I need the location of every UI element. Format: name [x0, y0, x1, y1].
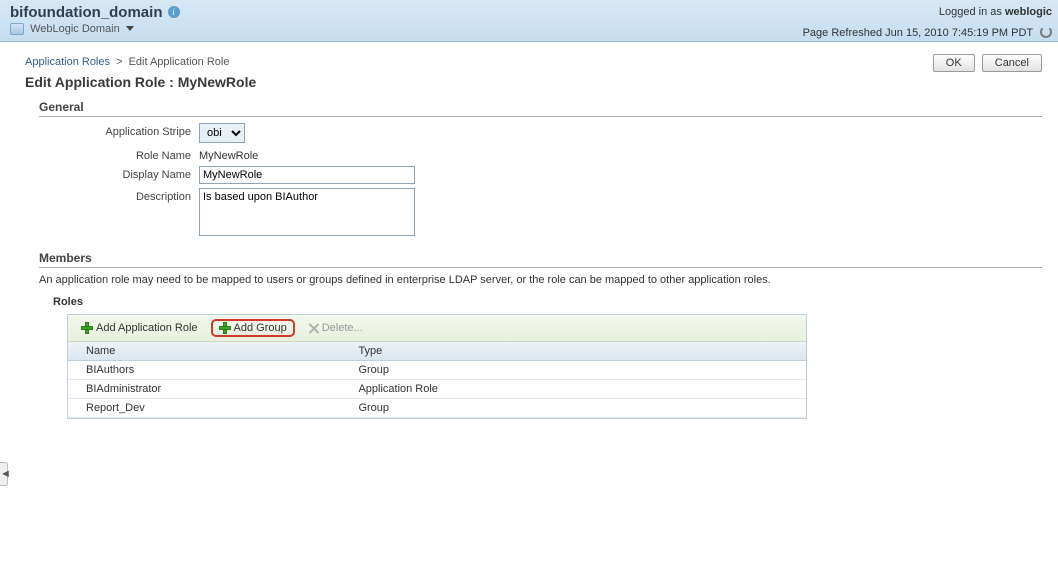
col-name[interactable]: Name: [68, 342, 348, 361]
roles-subtitle: Roles: [53, 296, 1042, 308]
cell-type: Group: [348, 361, 806, 380]
domain-title: bifoundation_domain: [10, 4, 162, 21]
refresh-prefix: Page Refreshed: [803, 27, 883, 39]
description-textarea[interactable]: Is based upon BIAuthor: [199, 188, 415, 236]
delete-button: Delete...: [301, 319, 370, 337]
roles-box: Add Application Role Add Group Delete...…: [67, 314, 807, 419]
ok-button[interactable]: OK: [933, 54, 975, 72]
table-row[interactable]: BIAuthors Group: [68, 361, 806, 380]
add-app-role-label: Add Application Role: [96, 322, 198, 334]
cell-name: Report_Dev: [68, 399, 348, 418]
general-section: General Application Stripe obi Role Name…: [39, 100, 1042, 239]
content-area: ◄ Application Roles > Edit Application R…: [0, 42, 1058, 419]
logged-in-user: weblogic: [1005, 6, 1052, 18]
add-group-button[interactable]: Add Group: [211, 319, 295, 337]
application-stripe-select[interactable]: obi: [199, 123, 245, 143]
cell-name: BIAuthors: [68, 361, 348, 380]
display-name-label: Display Name: [39, 166, 199, 181]
info-icon[interactable]: i: [168, 6, 180, 18]
action-buttons: OK Cancel: [929, 54, 1042, 72]
members-section-title: Members: [39, 251, 1042, 268]
plus-icon: [219, 322, 231, 334]
cell-type: Application Role: [348, 380, 806, 399]
col-type[interactable]: Type: [348, 342, 806, 361]
domain-menu-label: WebLogic Domain: [30, 23, 120, 35]
description-label: Description: [39, 188, 199, 203]
breadcrumb-parent[interactable]: Application Roles: [25, 56, 110, 68]
refresh-time: Jun 15, 2010 7:45:19 PM PDT: [885, 27, 1033, 39]
members-section: Members An application role may need to …: [39, 251, 1042, 419]
folder-icon: [10, 23, 24, 35]
page-header: bifoundation_domain i WebLogic Domain Lo…: [0, 0, 1058, 42]
delete-label: Delete...: [322, 322, 363, 334]
general-section-title: General: [39, 100, 1042, 117]
breadcrumb: Application Roles > Edit Application Rol…: [25, 56, 1042, 68]
breadcrumb-separator: >: [116, 56, 122, 68]
delete-icon: [308, 323, 319, 334]
cell-name: BIAdministrator: [68, 380, 348, 399]
members-description: An application role may need to be mappe…: [39, 274, 1042, 286]
role-name-label: Role Name: [39, 147, 199, 162]
add-group-label: Add Group: [234, 322, 287, 334]
stripe-label: Application Stripe: [39, 123, 199, 138]
cell-type: Group: [348, 399, 806, 418]
roles-toolbar: Add Application Role Add Group Delete...: [68, 315, 806, 342]
cancel-button[interactable]: Cancel: [982, 54, 1042, 72]
plus-icon: [81, 322, 93, 334]
display-name-input[interactable]: [199, 166, 415, 184]
role-name-value: MyNewRole: [199, 147, 258, 162]
add-application-role-button[interactable]: Add Application Role: [74, 319, 205, 337]
table-row[interactable]: Report_Dev Group: [68, 399, 806, 418]
page-title: Edit Application Role : MyNewRole: [25, 74, 256, 90]
roles-table: Name Type BIAuthors Group BIAdministrato…: [68, 342, 806, 418]
breadcrumb-current: Edit Application Role: [129, 56, 230, 68]
table-row[interactable]: BIAdministrator Application Role: [68, 380, 806, 399]
header-right: Logged in as weblogic Page Refreshed Jun…: [803, 6, 1052, 39]
logged-in-prefix: Logged in as: [939, 6, 1002, 18]
chevron-down-icon: [126, 26, 134, 31]
collapse-handle[interactable]: ◄: [0, 462, 8, 486]
refresh-icon[interactable]: [1040, 26, 1052, 38]
